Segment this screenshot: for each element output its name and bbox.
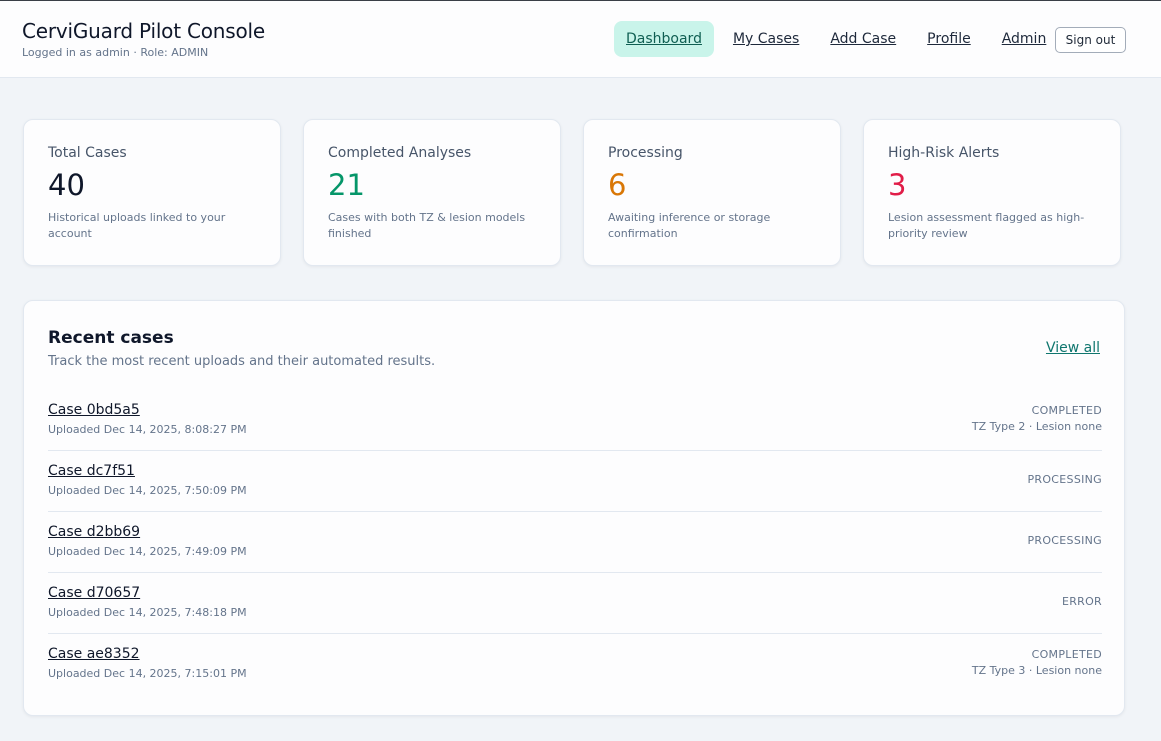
case-link[interactable]: Case d70657 (48, 585, 140, 601)
case-row: Case d70657 Uploaded Dec 14, 2025, 7:48:… (48, 573, 1102, 634)
case-status: COMPLETED (1031, 404, 1102, 417)
main-nav: Dashboard My Cases Add Case Profile Admi… (614, 21, 1065, 57)
login-info: Logged in as admin · Role: ADMIN (22, 46, 209, 59)
stat-card-processing: Processing 6 Awaiting inference or stora… (583, 119, 841, 266)
stat-label: Completed Analyses (328, 145, 472, 161)
stat-value: 21 (328, 168, 365, 202)
stat-label: Total Cases (48, 145, 127, 161)
case-row: Case 0bd5a5 Uploaded Dec 14, 2025, 8:08:… (48, 390, 1102, 451)
brand: CerviGuard Pilot Console Logged in as ad… (22, 18, 265, 59)
case-upload-date: Uploaded Dec 14, 2025, 8:08:27 PM (48, 423, 247, 436)
stat-card-total-cases: Total Cases 40 Historical uploads linked… (23, 119, 281, 266)
stat-value: 6 (608, 168, 627, 202)
case-upload-date: Uploaded Dec 14, 2025, 7:48:18 PM (48, 606, 247, 619)
app-title: CerviGuard Pilot Console (22, 19, 266, 43)
case-status: PROCESSING (1027, 473, 1102, 486)
case-result-detail: TZ Type 2 · Lesion none (971, 420, 1102, 433)
case-status: PROCESSING (1027, 534, 1102, 547)
case-row: Case d2bb69 Uploaded Dec 14, 2025, 7:49:… (48, 512, 1102, 573)
recent-cases-subtitle: Track the most recent uploads and their … (48, 354, 436, 369)
case-link[interactable]: Case ae8352 (48, 646, 140, 662)
stat-card-completed-analyses: Completed Analyses 21 Cases with both TZ… (303, 119, 561, 266)
recent-cases-panel: Recent cases Track the most recent uploa… (23, 300, 1125, 716)
nav-profile[interactable]: Profile (915, 21, 983, 57)
top-header: CerviGuard Pilot Console Logged in as ad… (0, 0, 1161, 78)
stat-description: Historical uploads linked to your accoun… (48, 211, 226, 240)
stat-label: High-Risk Alerts (888, 145, 1000, 161)
case-status: COMPLETED (1031, 648, 1102, 661)
case-link[interactable]: Case dc7f51 (48, 463, 135, 479)
case-status: ERROR (1061, 595, 1102, 608)
case-link[interactable]: Case 0bd5a5 (48, 402, 140, 418)
nav-admin[interactable]: Admin (990, 21, 1059, 57)
nav-add-case[interactable]: Add Case (818, 21, 908, 57)
stat-card-high-risk-alerts: High-Risk Alerts 3 Lesion assessment fla… (863, 119, 1121, 266)
case-result-detail: TZ Type 3 · Lesion none (971, 664, 1102, 677)
case-row: Case ae8352 Uploaded Dec 14, 2025, 7:15:… (48, 634, 1102, 695)
case-link[interactable]: Case d2bb69 (48, 524, 140, 540)
case-upload-date: Uploaded Dec 14, 2025, 7:50:09 PM (48, 484, 247, 497)
sign-out-button[interactable]: Sign out (1055, 27, 1126, 53)
stat-description: Lesion assessment flagged as high-priori… (888, 211, 1085, 240)
stat-description: Cases with both TZ & lesion models finis… (328, 211, 526, 240)
stat-value: 40 (48, 168, 85, 202)
stat-description: Awaiting inference or storage confirmati… (608, 211, 771, 240)
case-upload-date: Uploaded Dec 14, 2025, 7:49:09 PM (48, 545, 247, 558)
stats-row: Total Cases 40 Historical uploads linked… (23, 119, 1143, 266)
view-all-link[interactable]: View all (1046, 340, 1100, 356)
nav-dashboard[interactable]: Dashboard (614, 21, 714, 57)
stat-label: Processing (608, 145, 683, 161)
case-list: Case 0bd5a5 Uploaded Dec 14, 2025, 8:08:… (48, 390, 1102, 695)
stat-value: 3 (888, 168, 907, 202)
case-upload-date: Uploaded Dec 14, 2025, 7:15:01 PM (48, 667, 247, 680)
case-row: Case dc7f51 Uploaded Dec 14, 2025, 7:50:… (48, 451, 1102, 512)
nav-my-cases[interactable]: My Cases (721, 21, 811, 57)
recent-cases-title: Recent cases (48, 328, 174, 348)
